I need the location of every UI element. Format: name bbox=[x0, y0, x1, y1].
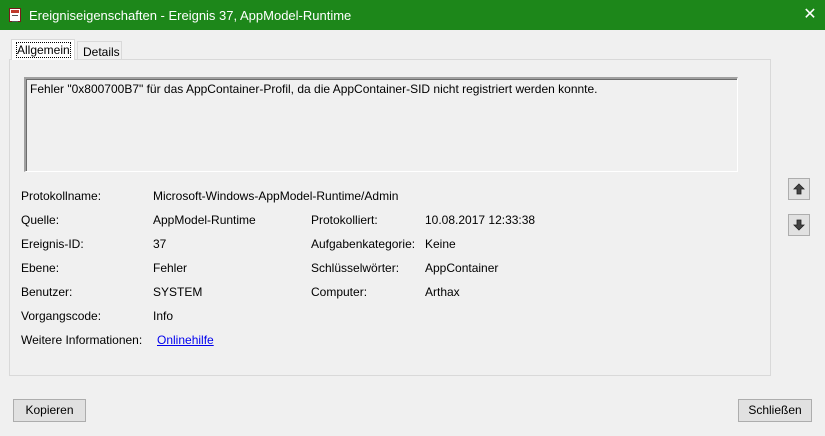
copy-button[interactable]: Kopieren bbox=[13, 399, 86, 422]
label-weitere-informationen: Weitere Informationen: bbox=[21, 333, 143, 347]
window-title: Ereigniseigenschaften - Ereignis 37, App… bbox=[29, 8, 352, 23]
value-ebene[interactable]: Fehler bbox=[153, 261, 187, 275]
onlinehilfe-link[interactable]: Onlinehilfe bbox=[157, 333, 214, 347]
tab-allgemein[interactable]: Allgemein bbox=[11, 39, 75, 60]
value-aufgabenkategorie[interactable]: Keine bbox=[425, 237, 456, 251]
tab-details[interactable]: Details bbox=[77, 41, 122, 60]
arrow-down-icon bbox=[793, 219, 805, 231]
label-benutzer: Benutzer: bbox=[21, 285, 73, 299]
label-computer: Computer: bbox=[311, 285, 368, 299]
tab-allgemein-label: Allgemein bbox=[16, 42, 71, 58]
arrow-up-icon bbox=[793, 183, 805, 195]
value-protokollname[interactable]: Microsoft-Windows-AppModel-Runtime/Admin bbox=[153, 189, 398, 203]
label-ereignis-id: Ereignis-ID: bbox=[21, 237, 84, 251]
value-quelle[interactable]: AppModel-Runtime bbox=[153, 213, 256, 227]
event-message[interactable]: Fehler "0x800700B7" für das AppContainer… bbox=[24, 77, 738, 172]
value-protokolliert[interactable]: 10.08.2017 12:33:38 bbox=[425, 213, 535, 227]
close-button[interactable]: Schließen bbox=[738, 399, 812, 422]
value-vorgangscode[interactable]: Info bbox=[153, 309, 173, 323]
label-quelle: Quelle: bbox=[21, 213, 60, 227]
label-ebene: Ebene: bbox=[21, 261, 60, 275]
value-ereignis-id[interactable]: 37 bbox=[153, 237, 166, 251]
label-vorgangscode: Vorgangscode: bbox=[21, 309, 102, 323]
title-bar: Ereigniseigenschaften - Ereignis 37, App… bbox=[0, 0, 825, 30]
previous-event-button[interactable] bbox=[788, 178, 810, 200]
label-aufgabenkategorie: Aufgabenkategorie: bbox=[311, 237, 416, 251]
label-protokollname: Protokollname: bbox=[21, 189, 102, 203]
event-viewer-icon bbox=[9, 8, 21, 22]
value-computer[interactable]: Arthax bbox=[425, 285, 460, 299]
value-benutzer[interactable]: SYSTEM bbox=[153, 285, 202, 299]
tab-details-label: Details bbox=[83, 45, 120, 59]
label-schluesselwoerter: Schlüsselwörter: bbox=[311, 261, 400, 275]
label-protokolliert: Protokolliert: bbox=[311, 213, 378, 227]
next-event-button[interactable] bbox=[788, 214, 810, 236]
close-window-button[interactable]: ✕ bbox=[795, 0, 825, 30]
value-schluesselwoerter[interactable]: AppContainer bbox=[425, 261, 498, 275]
